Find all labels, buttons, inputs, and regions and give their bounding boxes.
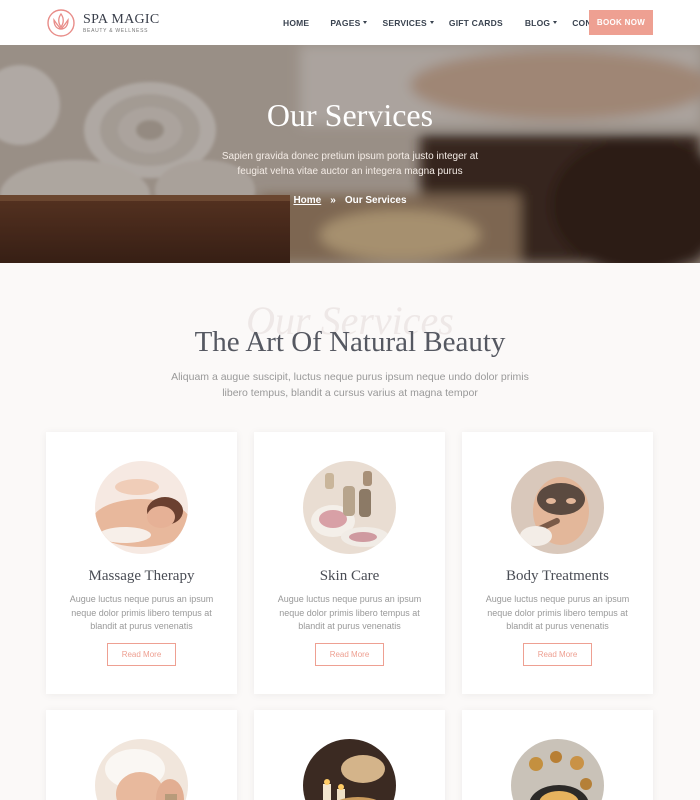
nav-blog-label: BLOG — [524, 17, 551, 28]
read-more-button[interactable]: Read More — [523, 643, 592, 666]
nav-home-label: HOME — [283, 17, 310, 28]
service-card-body-treatments: Body Treatments Augue luctus neque purus… — [462, 432, 653, 694]
nav-home[interactable]: HOME — [283, 18, 309, 28]
main-nav: HOME PAGES SERVICES GIFT CARDS BLOG CONT… — [283, 0, 620, 45]
section-subtitle: Aliquam a augue suscipit, luctus neque p… — [171, 371, 529, 399]
service-description: Augue luctus neque purus an ipsum neque … — [277, 594, 422, 631]
service-card-spa-food — [462, 710, 653, 800]
section-title: The Art Of Natural Beauty — [194, 326, 506, 358]
breadcrumb-home-link[interactable]: Home — [293, 195, 321, 206]
massage-photo — [95, 461, 188, 554]
nav-pages[interactable]: PAGES — [330, 17, 368, 28]
aroma-oil-photo — [303, 739, 396, 800]
read-more-button[interactable]: Read More — [315, 643, 384, 666]
brand-logo[interactable]: SPA MAGIC BEAUTY & WELLNESS — [46, 8, 160, 38]
brand-name: SPA MAGIC — [83, 11, 160, 27]
nav-blog[interactable]: BLOG — [524, 17, 558, 28]
facial-mask-photo — [511, 461, 604, 554]
service-card-aroma-oil — [254, 710, 445, 800]
nav-services[interactable]: SERVICES — [382, 17, 434, 28]
breadcrumb: Home » Our Services — [0, 195, 700, 206]
service-description: Augue luctus neque purus an ipsum neque … — [485, 594, 630, 631]
service-title: Body Treatments — [506, 568, 609, 584]
head-massage-photo — [95, 739, 188, 800]
brand-tagline: BEAUTY & WELLNESS — [83, 27, 149, 34]
service-card-head-massage — [46, 710, 237, 800]
book-now-button[interactable]: BOOK NOW — [589, 10, 653, 35]
spa-food-photo — [511, 739, 604, 800]
read-more-button[interactable]: Read More — [107, 643, 176, 666]
service-title: Massage Therapy — [88, 568, 195, 584]
breadcrumb-separator: » — [330, 195, 336, 206]
service-description: Augue luctus neque purus an ipsum neque … — [69, 594, 214, 631]
caret-down-icon — [363, 21, 368, 24]
service-title: Skin Care — [319, 568, 380, 584]
page-title: Our Services — [266, 97, 434, 133]
hero-banner: Our Services Sapien gravida donec pretiu… — [0, 45, 700, 263]
skin-care-photo — [303, 461, 396, 554]
hero-subtitle: Sapien gravida donec pretium ipsum porta… — [221, 151, 479, 177]
lotus-icon — [47, 9, 75, 37]
nav-services-label: SERVICES — [382, 17, 427, 28]
nav-gift-cards-label: GIFT CARDS — [448, 17, 503, 28]
caret-down-icon — [429, 21, 434, 24]
breadcrumb-current: Our Services — [344, 195, 407, 206]
nav-pages-label: PAGES — [330, 17, 361, 28]
service-card-skin-care: Skin Care Augue luctus neque purus an ip… — [254, 432, 445, 694]
service-card-massage: Massage Therapy Augue luctus neque purus… — [46, 432, 237, 694]
caret-down-icon — [553, 21, 558, 24]
nav-gift-cards[interactable]: GIFT CARDS — [449, 18, 503, 28]
site-header: SPA MAGIC BEAUTY & WELLNESS HOME PAGES S… — [0, 0, 700, 45]
